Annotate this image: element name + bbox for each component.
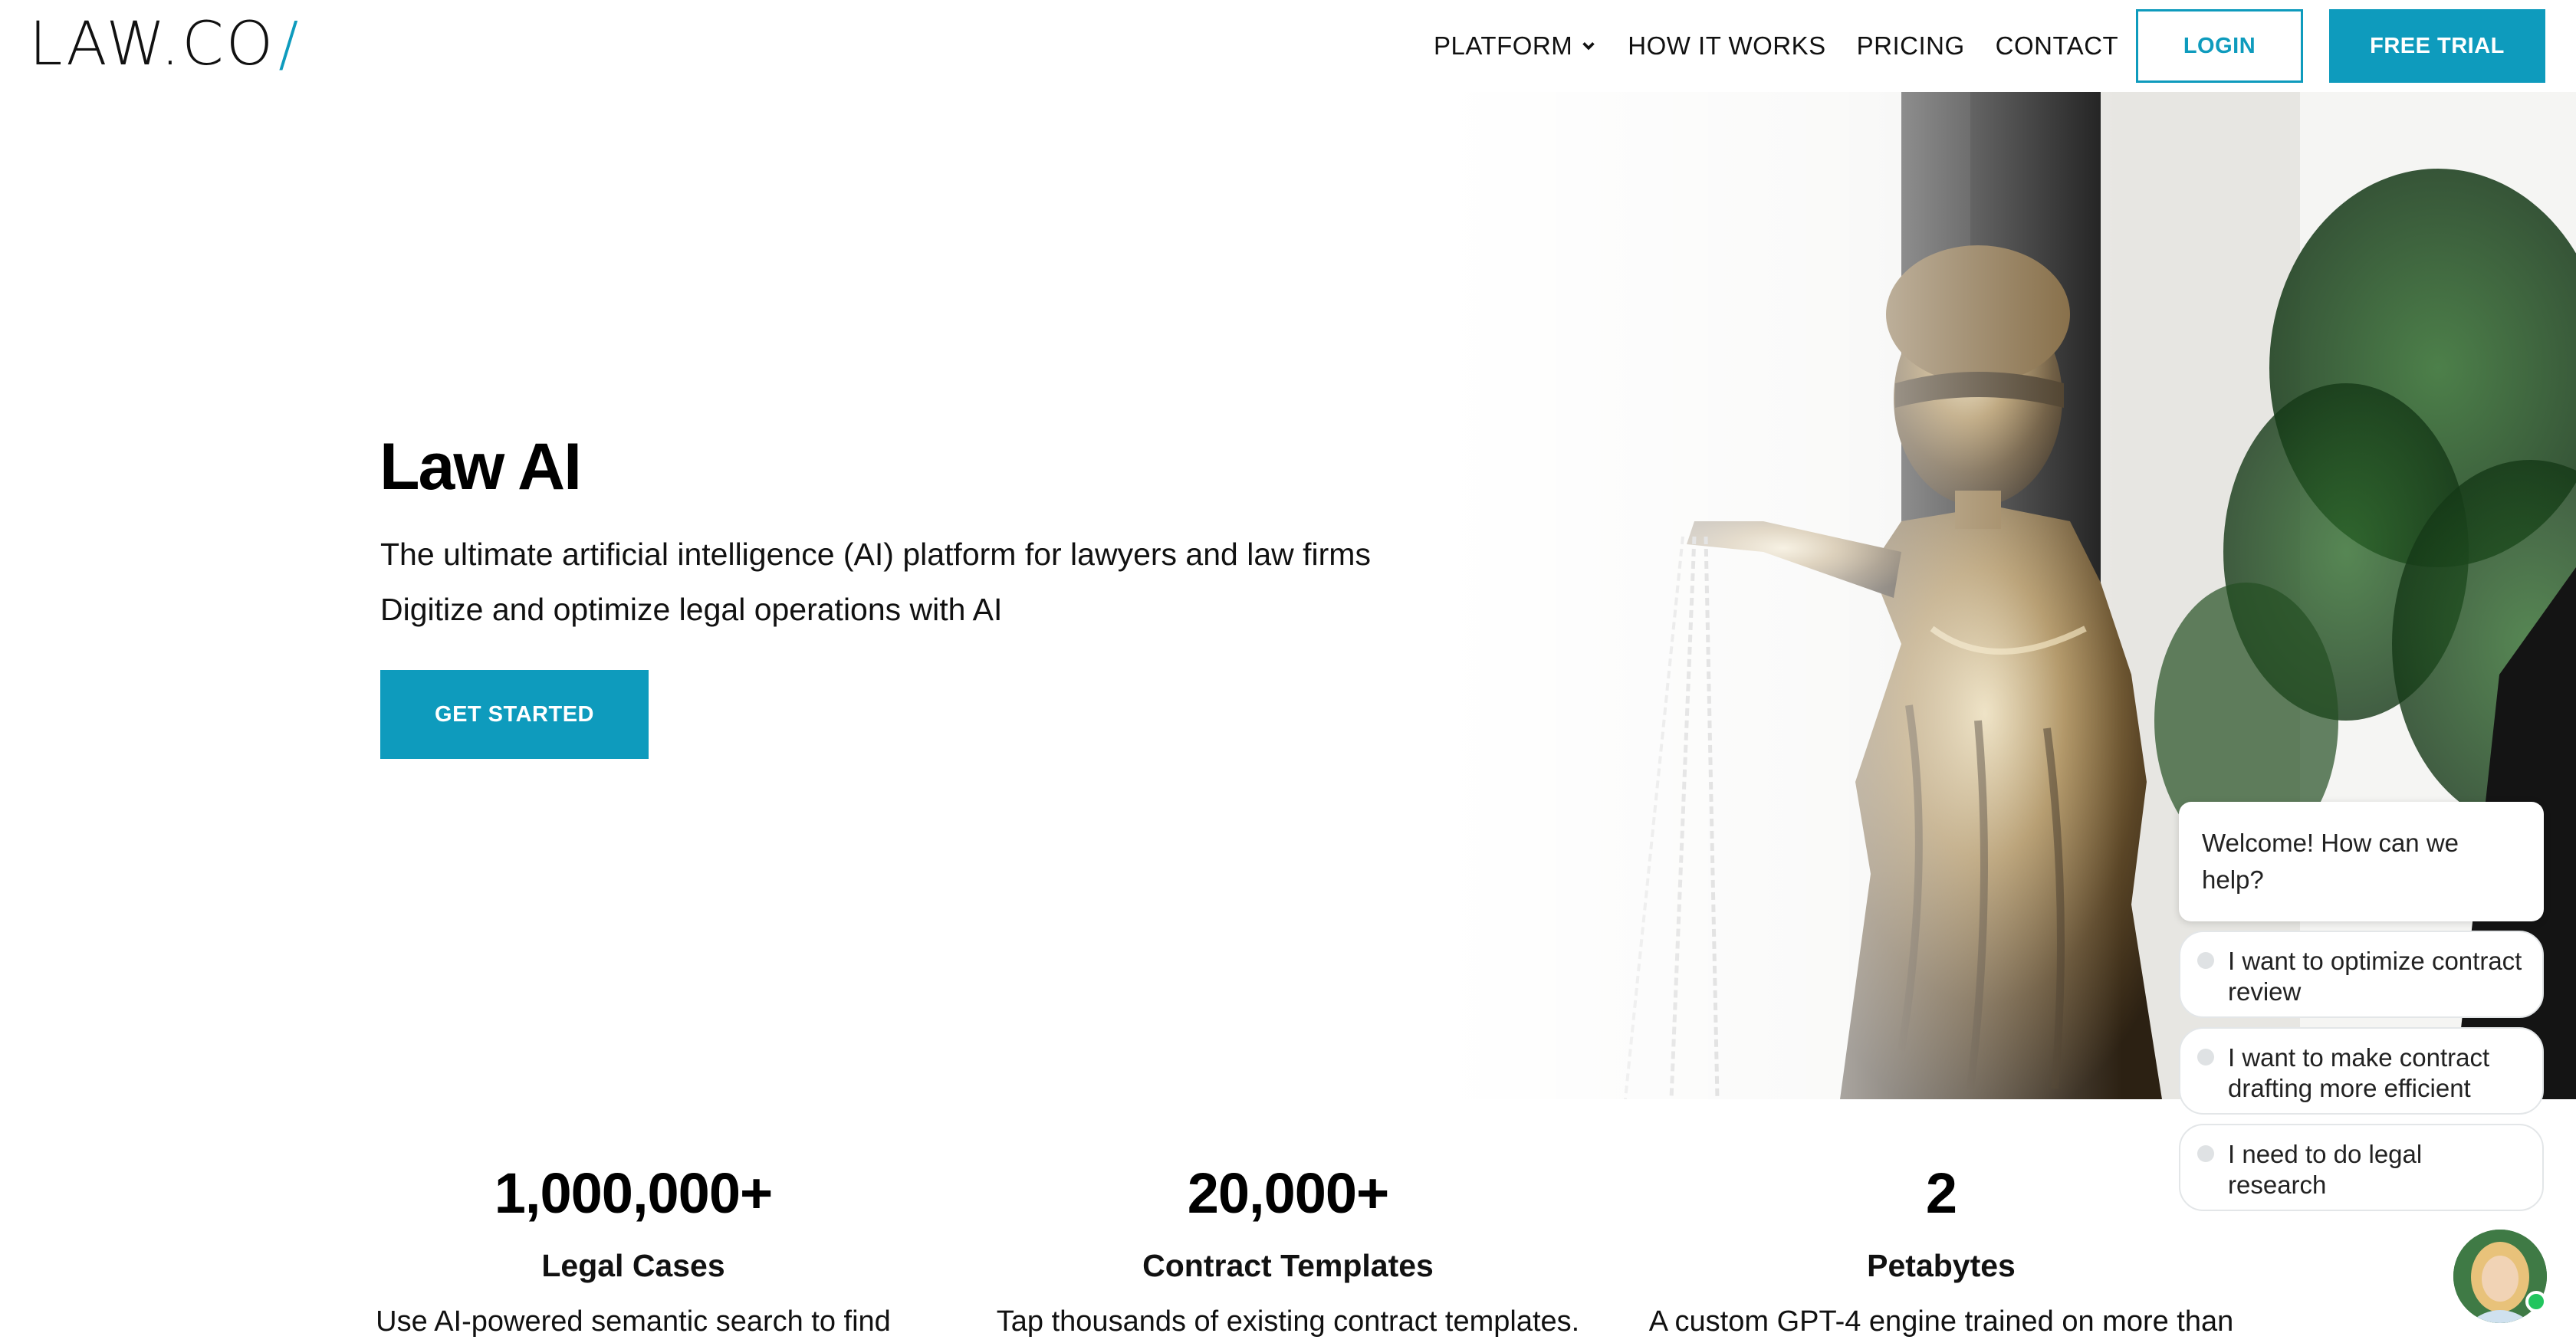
- nav-item-label: PRICING: [1856, 31, 1965, 60]
- stat-number: 20,000+: [1187, 1161, 1390, 1225]
- logo-text: LAW.CO: [29, 10, 276, 79]
- radio-icon: [2197, 1145, 2214, 1162]
- stat-description: A custom GPT-4 engine trained on more th…: [1648, 1305, 2234, 1338]
- stat-description: Tap thousands of existing contract templ…: [996, 1305, 1580, 1338]
- chat-option-label: I want to optimize contract review: [2228, 947, 2522, 1006]
- stat-number: 2: [1925, 1161, 1957, 1225]
- chat-option-label: I want to make contract drafting more ef…: [2228, 1043, 2490, 1102]
- nav-item-how-it-works[interactable]: HOW IT WORKS: [1628, 31, 1825, 61]
- nav-item-label: PLATFORM: [1434, 31, 1573, 60]
- nav-item-pricing[interactable]: PRICING: [1857, 31, 1965, 61]
- stat-petabytes: 2 Petabytes A custom GPT-4 engine traine…: [1612, 1165, 2271, 1338]
- get-started-button[interactable]: GET STARTED: [380, 670, 649, 759]
- hero-subtitle: The ultimate artificial intelligence (AI…: [380, 537, 1371, 572]
- hero-tagline: Digitize and optimize legal operations w…: [380, 592, 1003, 627]
- chat-option-legal-research[interactable]: I need to do legal research: [2179, 1124, 2544, 1211]
- login-button[interactable]: LOGIN: [2136, 9, 2303, 83]
- site-logo[interactable]: LAW.CO /: [29, 10, 301, 79]
- stat-label: Contract Templates: [1142, 1248, 1434, 1283]
- stat-description: Use AI-powered semantic search to find: [376, 1305, 891, 1338]
- chat-option-label: I need to do legal research: [2228, 1140, 2423, 1199]
- free-trial-button[interactable]: FREE TRIAL: [2329, 9, 2545, 83]
- online-status-dot: [2525, 1291, 2547, 1312]
- nav-item-label: CONTACT: [1995, 31, 2119, 60]
- radio-icon: [2197, 1049, 2214, 1066]
- stat-number: 1,000,000+: [494, 1161, 773, 1225]
- chat-option-contract-drafting[interactable]: I want to make contract drafting more ef…: [2179, 1027, 2544, 1115]
- nav-item-contact[interactable]: CONTACT: [1996, 31, 2119, 61]
- chat-option-contract-review[interactable]: I want to optimize contract review: [2179, 931, 2544, 1018]
- logo-slash: /: [278, 10, 301, 79]
- radio-icon: [2197, 952, 2214, 969]
- stat-label: Petabytes: [1867, 1248, 2016, 1283]
- stat-legal-cases: 1,000,000+ Legal Cases Use AI-powered se…: [304, 1165, 963, 1338]
- nav-item-platform[interactable]: PLATFORM: [1434, 31, 1597, 61]
- chat-greeting-bubble: Welcome! How can we help?: [2179, 802, 2544, 921]
- chevron-down-icon: [1582, 42, 1595, 51]
- stat-label: Legal Cases: [541, 1248, 725, 1283]
- nav-item-label: HOW IT WORKS: [1628, 31, 1826, 60]
- stat-contract-templates: 20,000+ Contract Templates Tap thousands…: [958, 1165, 1618, 1338]
- hero-title: Law AI: [380, 430, 582, 504]
- main-nav: PLATFORM HOW IT WORKS PRICING CONTACT: [1434, 0, 2149, 92]
